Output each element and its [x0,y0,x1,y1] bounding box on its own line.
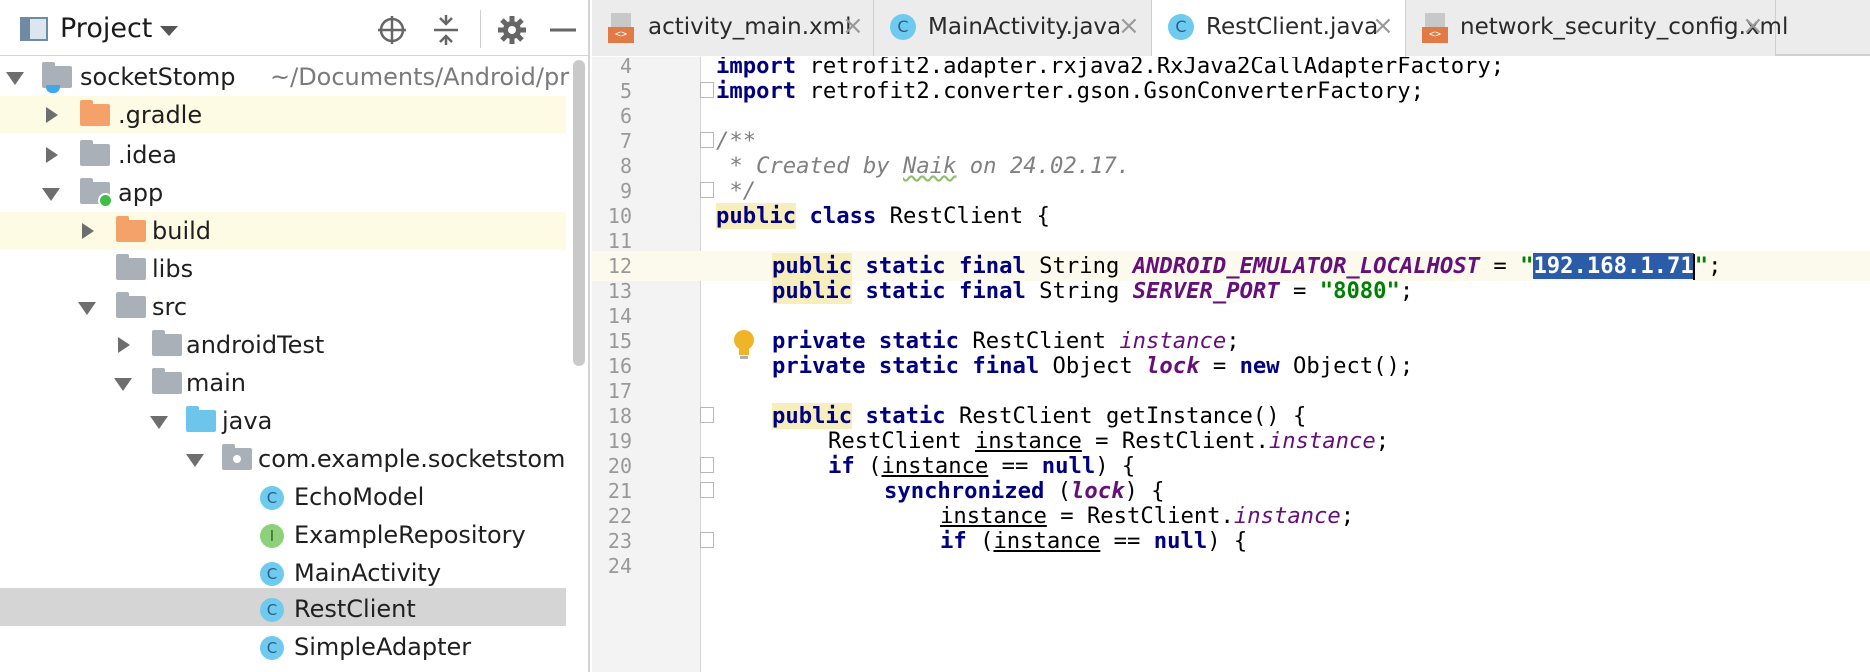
java-class-icon: C [890,14,916,40]
close-icon[interactable]: × [1742,10,1764,42]
java-class-icon: C [1168,14,1194,40]
tree-item-label: EchoModel [294,483,425,511]
code-line: 24 [592,551,1870,581]
tree-item-label: androidTest [186,331,325,359]
expand-arrow-icon[interactable] [186,454,204,467]
tab-label: MainActivity.java [928,14,1122,40]
collapse-all-icon[interactable] [430,14,462,46]
project-view-selector[interactable]: Project [60,12,152,46]
expand-arrow-icon[interactable] [42,188,60,201]
close-icon[interactable]: × [1372,10,1394,42]
close-icon[interactable]: × [1118,10,1140,42]
tree-item-label: java [222,407,273,435]
tab-label: network_security_config.xml [1460,14,1789,40]
expand-arrow-icon[interactable] [150,416,168,429]
project-folder-icon [42,62,72,93]
hide-panel-icon[interactable] [546,14,578,46]
project-panel-header: Project [0,0,588,56]
fold-marker-icon[interactable] [700,82,714,98]
tree-item-label: app [118,179,164,207]
tree-item-gradle[interactable]: .gradle [0,96,566,134]
tree-item-java[interactable]: java [0,402,566,440]
project-view-icon [20,17,48,41]
tree-item-label: SimpleAdapter [294,633,472,661]
tree-item-label: com.example.socketstom [258,445,566,473]
folder-icon [152,368,182,394]
expand-arrow-icon[interactable] [46,147,58,163]
source-folder-icon [186,406,216,432]
tree-item-src[interactable]: src [0,288,566,326]
project-tool-window: Project socketStomp ~/Documents/Android/… [0,0,590,672]
chevron-down-icon[interactable] [160,26,178,36]
tree-item-label: MainActivity [294,559,442,587]
module-folder-icon [80,178,113,208]
tree-item-socketstomp[interactable]: socketStomp ~/Documents/Android/pr [0,58,570,96]
tree-item-idea[interactable]: .idea [0,136,566,174]
tree-item-label: socketStomp [80,63,236,91]
tab-restclient-java[interactable]: C RestClient.java × [1152,0,1406,57]
tree-item-label: .gradle [118,101,203,129]
fold-marker-icon[interactable] [700,132,714,148]
xml-file-icon: <> [608,13,634,43]
tree-item-app[interactable]: app [0,174,566,212]
lightbulb-intention-icon[interactable] [732,329,756,361]
class-icon: C [260,598,284,622]
tree-scrollbar[interactable] [573,60,585,366]
tree-item-echomodel[interactable]: C EchoModel [0,478,566,516]
tree-item-label: RestClient [294,595,416,623]
tree-item-restclient[interactable]: C RestClient [0,588,566,626]
class-icon: C [260,636,284,660]
tree-item-examplerepository[interactable]: I ExampleRepository [0,516,566,554]
xml-file-icon: <> [1422,13,1448,43]
tree-item-label: src [152,293,188,321]
class-icon: C [260,562,284,586]
code-editor[interactable]: 4 import retrofit2.adapter.rxjava2.RxJav… [592,57,1870,672]
editor-tabs: <> activity_main.xml × C MainActivity.ja… [592,0,1870,57]
tree-item-package[interactable]: com.example.socketstom [0,440,566,478]
tab-label: RestClient.java [1206,14,1379,40]
tree-item-build[interactable]: build [0,212,566,250]
interface-icon: I [260,524,284,548]
folder-icon [80,140,110,166]
expand-arrow-icon[interactable] [78,302,96,315]
tree-item-label: libs [152,255,194,283]
fold-marker-icon[interactable] [700,532,714,548]
tree-item-label: build [152,217,212,245]
fold-marker-icon[interactable] [700,182,714,198]
expand-arrow-icon[interactable] [46,107,58,123]
fold-marker-icon[interactable] [700,457,714,473]
close-icon[interactable]: × [842,10,864,42]
fold-marker-icon[interactable] [700,407,714,423]
tree-item-simpleadapter[interactable]: C SimpleAdapter [0,628,566,666]
folder-icon [152,330,182,356]
expand-arrow-icon[interactable] [118,337,130,353]
line-number: 24 [607,554,632,578]
folder-icon [116,292,146,318]
expand-arrow-icon[interactable] [82,223,94,239]
tab-activity-main-xml[interactable]: <> activity_main.xml × [592,0,874,56]
tab-network-security-config-xml[interactable]: <> network_security_config.xml × [1406,0,1788,56]
tree-item-libs[interactable]: libs [0,250,566,288]
tree-item-label: ExampleRepository [294,521,526,549]
excluded-folder-icon [116,216,146,242]
tree-item-mainactivity[interactable]: C MainActivity [0,554,566,592]
tab-mainactivity-java[interactable]: C MainActivity.java × [874,0,1152,56]
tab-label: activity_main.xml [648,14,852,40]
gear-icon[interactable] [496,14,528,46]
toolbar-divider [480,10,481,48]
locate-file-icon[interactable] [376,14,408,46]
tree-item-androidtest[interactable]: androidTest [0,326,566,364]
expand-arrow-icon[interactable] [114,378,132,391]
folder-icon [116,254,146,280]
tree-item-label: .idea [118,141,178,169]
fold-marker-icon[interactable] [700,482,714,498]
class-icon: C [260,486,284,510]
excluded-folder-icon [80,100,110,126]
package-icon [222,444,252,470]
tree-item-label: main [186,369,246,397]
tree-item-path-hint: ~/Documents/Android/pr [270,63,570,91]
tree-item-main[interactable]: main [0,364,566,402]
expand-arrow-icon[interactable] [6,72,24,85]
